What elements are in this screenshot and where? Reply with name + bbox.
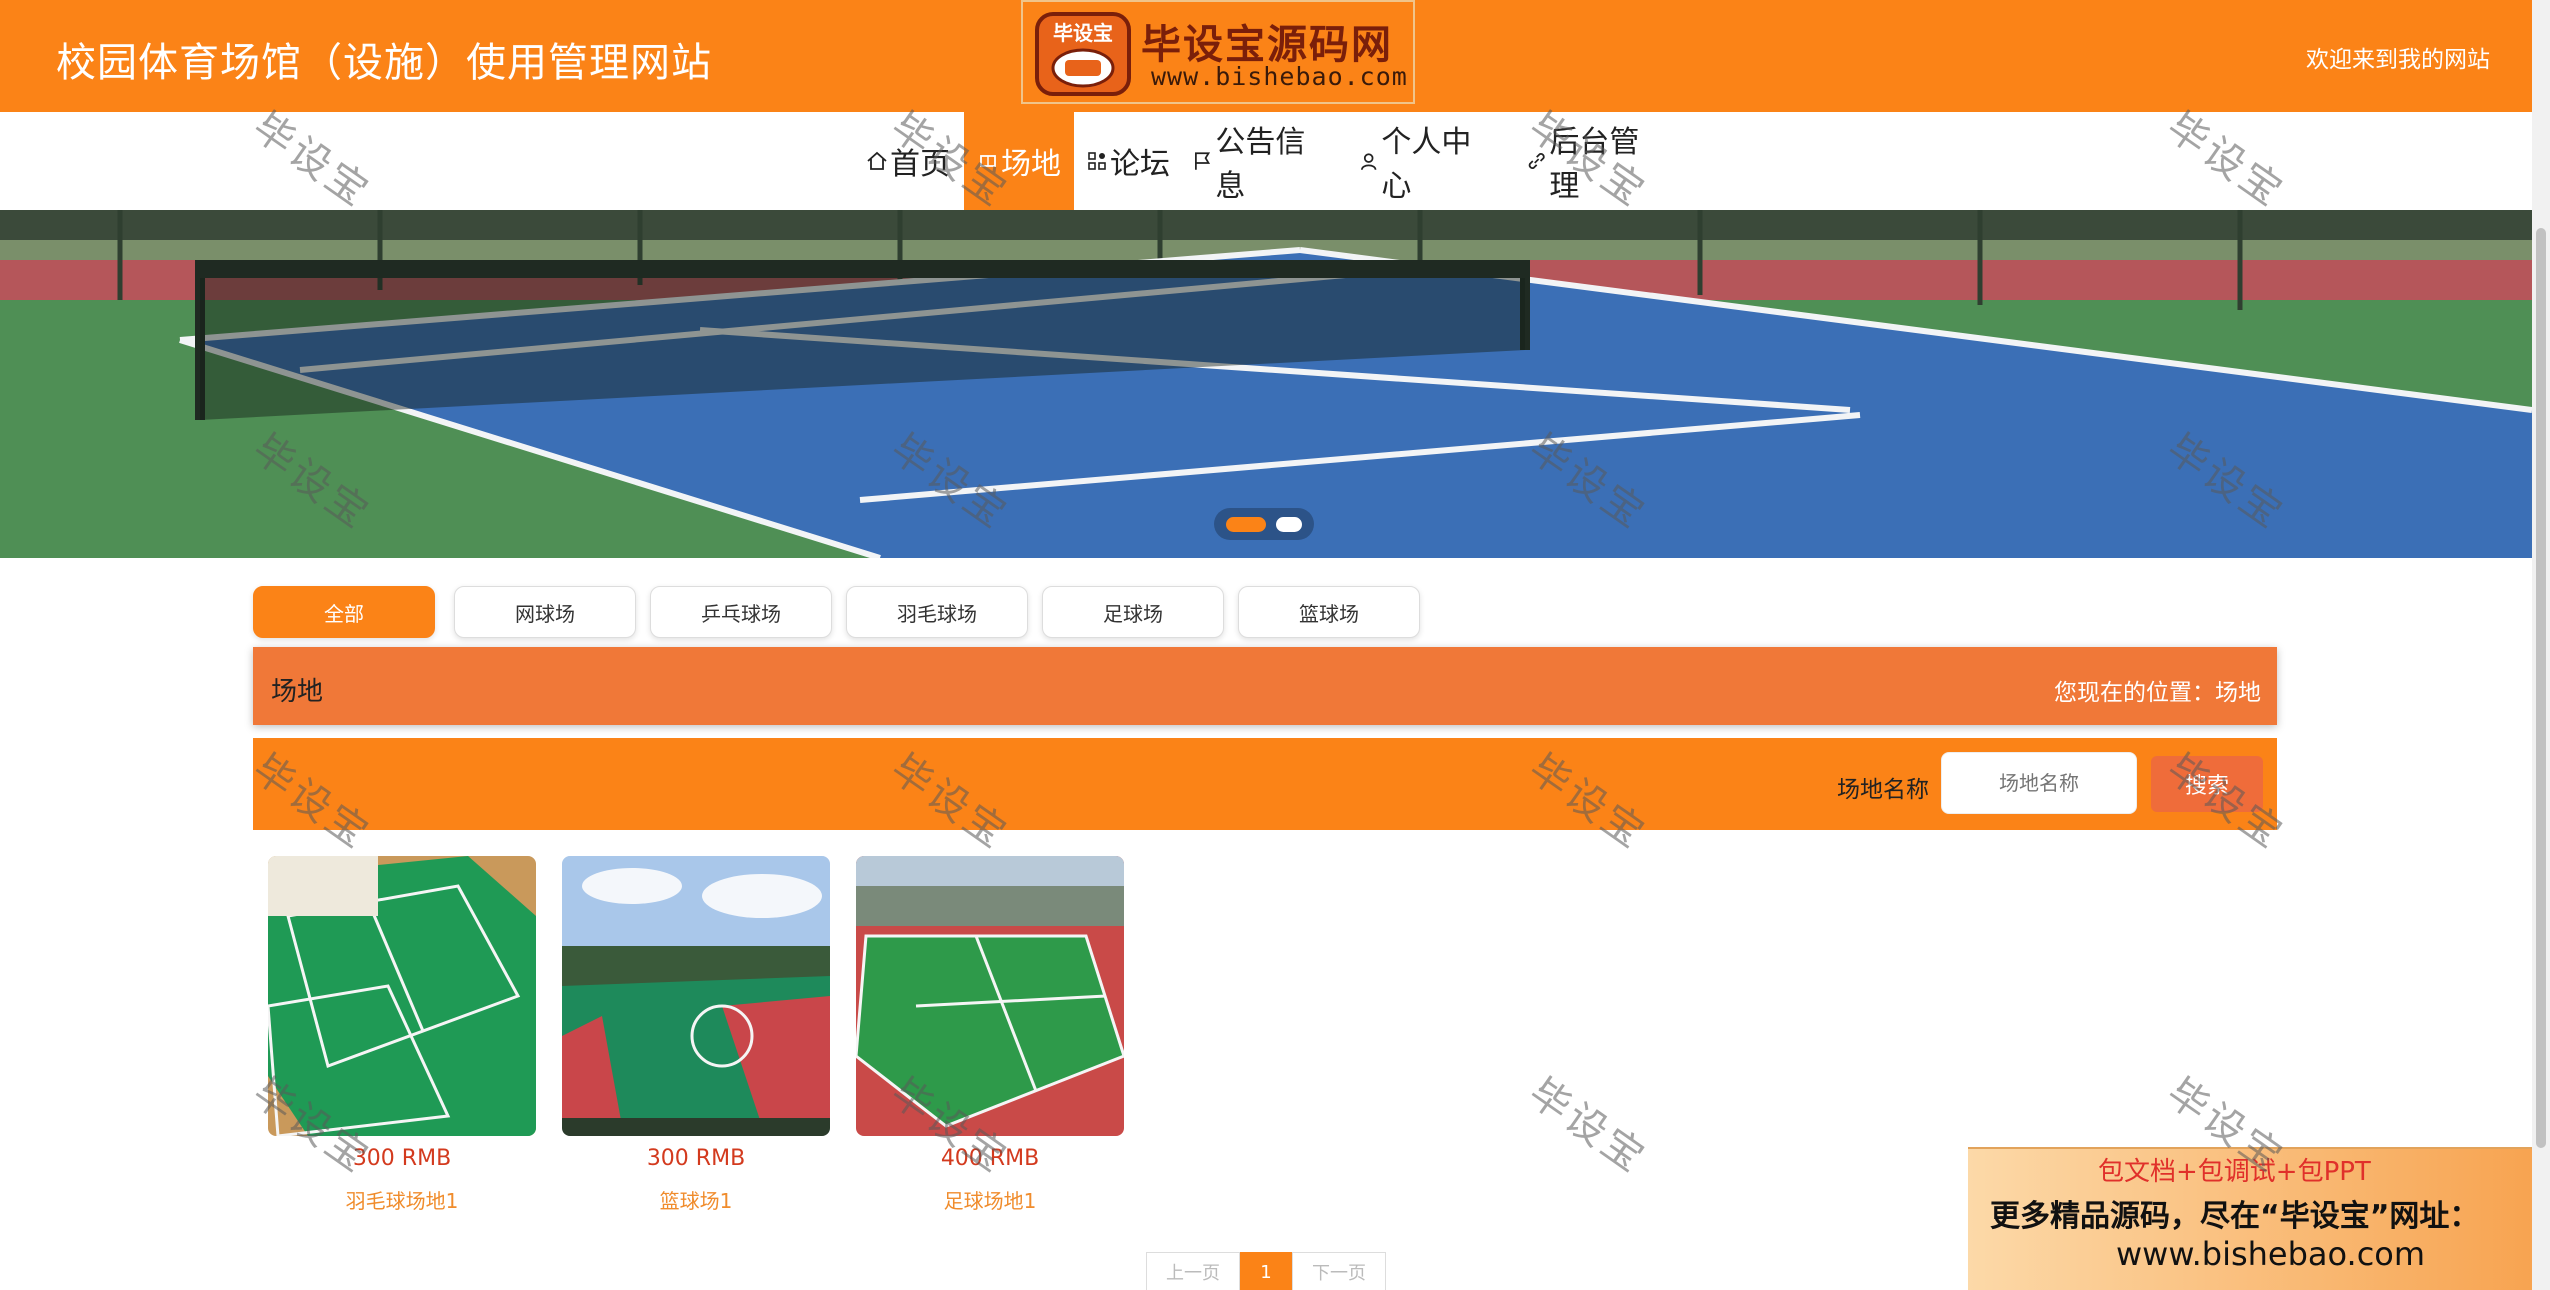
venue-icon [980,155,996,167]
venue-image-badminton[interactable] [268,856,536,1136]
nav-label-notice: 公告信息 [1215,125,1306,204]
venue-name[interactable]: 足球场地1 [856,1185,1124,1214]
hero-carousel[interactable] [0,210,2532,558]
grid-icon [1088,152,1106,170]
nav-label-forum: 论坛 [1110,147,1170,182]
watermark: 毕设宝 [1520,1069,1655,1183]
tab-badminton[interactable]: 羽毛球场 [846,586,1028,638]
promo-banner[interactable]: 包文档+包调试+包PPT 更多精品源码，尽在“毕设宝”网址： www.bishe… [1968,1147,2550,1290]
page-scrollbar[interactable] [2532,0,2550,1290]
carousel-indicators [1214,508,1314,540]
nav-item-home[interactable]: 首页 [866,112,952,210]
venue-price: 400 RMB [940,1146,1040,1171]
page-1-button[interactable]: 1 [1240,1252,1292,1290]
venue-name-search-input[interactable] [1941,752,2137,814]
tab-pingpong[interactable]: 乒乓球场 [650,586,832,638]
venue-card[interactable]: 300 RMB 羽毛球场地1 [268,856,536,1214]
section-title: 场地 [271,677,324,707]
nav-label-venue: 场地 [1001,147,1061,182]
banner-image [0,210,2532,558]
nav-label-profile: 个人中心 [1381,125,1472,204]
nav-item-notice[interactable]: 公告信息 [1192,112,1332,210]
carousel-dot-2[interactable] [1276,517,1302,532]
scrollbar-thumb[interactable] [2536,228,2546,1148]
link-icon [1528,153,1545,169]
tab-tennis[interactable]: 网球场 [454,586,636,638]
logo-url: www.bishebao.com [1151,62,1408,91]
logo-badge-icon: 毕设宝 [1035,12,1131,96]
tab-basketball[interactable]: 篮球场 [1238,586,1420,638]
tab-all[interactable]: 全部 [253,586,435,638]
venue-price: 300 RMB [646,1146,746,1171]
search-label: 场地名称 [1837,777,1929,803]
tab-football[interactable]: 足球场 [1042,586,1224,638]
promo-line-1: 包文档+包调试+包PPT [2098,1157,2371,1187]
home-icon [867,151,887,170]
promo-url: www.bishebao.com [2116,1235,2426,1273]
venue-name[interactable]: 篮球场1 [562,1185,830,1214]
venue-name[interactable]: 羽毛球场地1 [268,1185,536,1214]
nav-item-venue[interactable]: 场地 [964,112,1074,210]
search-panel: 场地名称 搜索 [253,738,2277,830]
nav-label-home: 首页 [890,147,950,182]
search-button[interactable]: 搜索 [2151,756,2263,812]
venue-price: 300 RMB [352,1146,452,1171]
logo-badge-text: 毕设宝 [1053,21,1113,45]
section-header: 场地 您现在的位置：场地 [253,647,2277,725]
venue-card[interactable]: 400 RMB 足球场地1 [856,856,1124,1214]
venue-card[interactable]: 300 RMB 篮球场1 [562,856,830,1214]
prev-page-button[interactable]: 上一页 [1146,1252,1240,1290]
user-icon [1361,153,1377,170]
nav-item-profile[interactable]: 个人中心 [1358,112,1498,210]
site-header: 校园体育场馆（设施）使用管理网站 毕设宝 毕设宝源码网 www.bishebao… [0,0,2532,112]
venue-image-basketball[interactable] [562,856,830,1136]
flag-icon [1195,152,1211,170]
nav-item-forum[interactable]: 论坛 [1086,112,1170,210]
breadcrumb: 您现在的位置：场地 [2054,680,2261,706]
nav-label-admin: 后台管理 [1549,125,1640,204]
nav-item-admin[interactable]: 后台管理 [1526,112,1666,210]
next-page-button[interactable]: 下一页 [1292,1252,1386,1290]
welcome-text: 欢迎来到我的网站 [2306,47,2490,73]
carousel-dot-1[interactable] [1226,517,1266,532]
promo-line-2: 更多精品源码，尽在“毕设宝”网址： [1990,1199,2480,1234]
venue-image-football[interactable] [856,856,1124,1136]
main-nav: 首页 场地 论坛 公告信息 个人中心 后台管理 [0,112,2532,210]
site-title: 校园体育场馆（设施）使用管理网站 [56,40,712,86]
search-button-label: 搜索 [2184,774,2229,799]
brand-logo[interactable]: 毕设宝 毕设宝源码网 www.bishebao.com [1021,0,1415,104]
